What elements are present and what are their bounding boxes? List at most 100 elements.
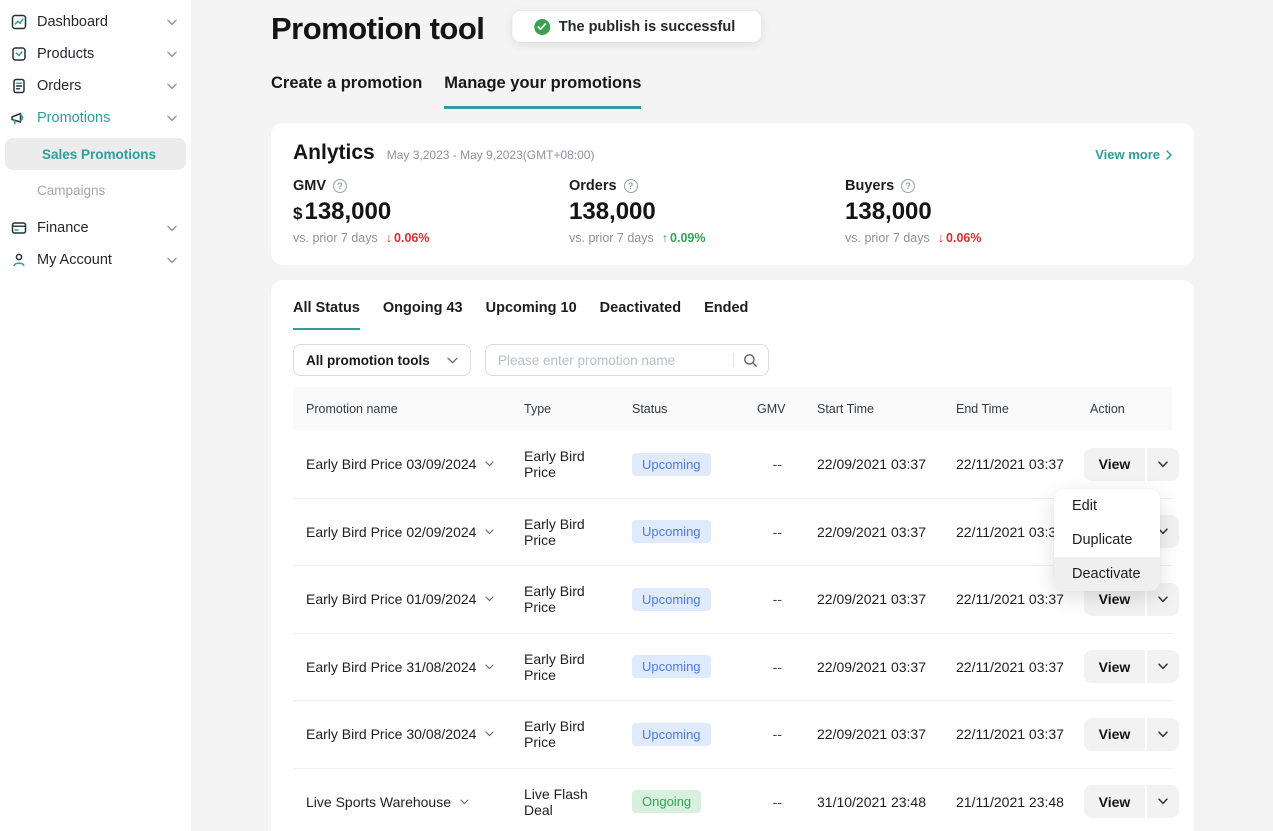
start-time: 31/10/2021 23:48 (804, 794, 943, 810)
status-tab-deactivated[interactable]: Deactivated (600, 300, 681, 330)
chevron-down-icon (167, 51, 177, 58)
help-icon[interactable]: ? (333, 179, 347, 193)
sidebar-item-dashboard[interactable]: Dashboard (0, 6, 191, 38)
promotion-type: Live Flash Deal (511, 786, 619, 818)
menu-item-edit[interactable]: Edit (1054, 489, 1160, 523)
search-icon[interactable] (743, 353, 758, 368)
check-circle-icon (534, 19, 550, 35)
metric-value: 138,000 (569, 198, 656, 225)
action-dropdown-menu: Edit Duplicate Deactivate (1054, 489, 1160, 591)
sidebar-item-label: My Account (37, 252, 167, 268)
table-header: Promotion name Type Status GMV Start Tim… (293, 387, 1172, 431)
menu-item-deactivate[interactable]: Deactivate (1054, 557, 1160, 591)
promotion-type: Early Bird Price (511, 718, 619, 750)
metric-label: Buyers (845, 178, 894, 194)
sidebar-item-my-account[interactable]: My Account (0, 244, 191, 276)
delta-value: 0.09% (670, 231, 705, 245)
view-button[interactable]: View (1084, 650, 1145, 683)
end-time: 22/11/2021 03:37 (943, 659, 1077, 675)
sidebar-item-orders[interactable]: Orders (0, 70, 191, 102)
promotion-tool-select[interactable]: All promotion tools (293, 344, 471, 376)
search-divider (733, 353, 734, 367)
sidebar-item-label: Finance (37, 220, 167, 236)
chevron-down-icon (460, 799, 469, 805)
promotion-name-cell[interactable]: Early Bird Price 02/09/2024 (293, 524, 511, 540)
promotion-name-cell[interactable]: Early Bird Price 03/09/2024 (293, 456, 511, 472)
table-row: Live Sports Warehouse Live Flash Deal On… (293, 769, 1172, 831)
sidebar-item-label: Dashboard (37, 14, 167, 30)
view-more-link[interactable]: View more (1095, 147, 1172, 162)
col-type: Type (511, 402, 619, 416)
status-badge: Upcoming (632, 588, 711, 611)
chevron-down-icon (1158, 663, 1168, 670)
chevron-down-icon (167, 257, 177, 264)
table-row: Early Bird Price 30/08/2024 Early Bird P… (293, 701, 1172, 769)
toast-message: The publish is successful (559, 19, 735, 35)
end-time: 21/11/2021 23:48 (943, 794, 1077, 810)
metric-label: Orders (569, 178, 617, 194)
promotion-name-cell[interactable]: Live Sports Warehouse (293, 794, 511, 810)
start-time: 22/09/2021 03:37 (804, 659, 943, 675)
view-button[interactable]: View (1084, 718, 1145, 751)
help-icon[interactable]: ? (624, 179, 638, 193)
view-button[interactable]: View (1084, 448, 1145, 481)
menu-item-duplicate[interactable]: Duplicate (1054, 523, 1160, 557)
promotion-name: Live Sports Warehouse (306, 794, 451, 810)
selected-tool: All promotion tools (306, 353, 447, 368)
promotion-name-cell[interactable]: Early Bird Price 31/08/2024 (293, 659, 511, 675)
analytics-title: Anlytics (293, 141, 375, 165)
chevron-down-icon (167, 83, 177, 90)
tab-create-a-promotion[interactable]: Create a promotion (271, 74, 422, 109)
start-time: 22/09/2021 03:37 (804, 524, 943, 540)
tab-manage-your-promotions[interactable]: Manage your promotions (444, 74, 641, 109)
status-tab-ongoing[interactable]: Ongoing 43 (383, 300, 463, 330)
more-actions-button[interactable] (1147, 718, 1179, 751)
sidebar-subitem-campaigns[interactable]: Campaigns (0, 174, 191, 206)
start-time: 22/09/2021 03:37 (804, 456, 943, 472)
search-input[interactable] (498, 353, 729, 368)
promotion-type: Early Bird Price (511, 516, 619, 548)
view-button[interactable]: View (1084, 785, 1145, 818)
help-icon[interactable]: ? (901, 179, 915, 193)
more-actions-button[interactable] (1147, 650, 1179, 683)
status-badge: Upcoming (632, 453, 711, 476)
page-tabs: Create a promotion Manage your promotion… (271, 74, 1194, 109)
sidebar-subitem-label: Sales Promotions (42, 147, 156, 162)
delta-value: 0.06% (394, 231, 429, 245)
start-time: 22/09/2021 03:37 (804, 726, 943, 742)
sidebar-item-finance[interactable]: Finance (0, 212, 191, 244)
chevron-down-icon (1158, 731, 1168, 738)
promotion-type: Early Bird Price (511, 448, 619, 480)
chevron-down-icon (1158, 798, 1168, 805)
sidebar-item-promotions[interactable]: Promotions (0, 102, 191, 134)
chevron-down-icon (447, 357, 458, 364)
arrow-up-icon: ↑ (662, 231, 668, 245)
status-badge: Ongoing (632, 790, 701, 813)
chevron-down-icon (485, 529, 494, 535)
col-status: Status (619, 402, 744, 416)
sidebar-subitem-sales-promotions[interactable]: Sales Promotions (5, 138, 186, 170)
arrow-down-icon: ↓ (938, 231, 944, 245)
status-tab-upcoming[interactable]: Upcoming 10 (486, 300, 577, 330)
status-tab-all[interactable]: All Status (293, 300, 360, 330)
chevron-down-icon (167, 19, 177, 26)
table-row: Early Bird Price 03/09/2024 Early Bird P… (293, 431, 1172, 499)
sidebar-item-products[interactable]: Products (0, 38, 191, 70)
promotion-name: Early Bird Price 03/09/2024 (306, 456, 476, 472)
table-row: Early Bird Price 01/09/2024 Early Bird P… (293, 566, 1172, 634)
compare-label: vs. prior 7 days (569, 231, 654, 245)
compare-label: vs. prior 7 days (845, 231, 930, 245)
delta-value: 0.06% (946, 231, 981, 245)
end-time: 22/11/2021 03:37 (943, 456, 1077, 472)
promotion-name: Early Bird Price 30/08/2024 (306, 726, 476, 742)
promotion-name-cell[interactable]: Early Bird Price 30/08/2024 (293, 726, 511, 742)
gmv-value: -- (744, 456, 804, 472)
more-actions-button[interactable] (1147, 785, 1179, 818)
promotion-name-cell[interactable]: Early Bird Price 01/09/2024 (293, 591, 511, 607)
more-actions-button[interactable] (1147, 448, 1179, 481)
sidebar: Dashboard Products Orders Promotions Sal… (0, 0, 191, 831)
metric-value: 138,000 (304, 198, 391, 225)
col-start-time: Start Time (804, 402, 943, 416)
user-icon (10, 252, 27, 269)
status-tab-ended[interactable]: Ended (704, 300, 748, 330)
